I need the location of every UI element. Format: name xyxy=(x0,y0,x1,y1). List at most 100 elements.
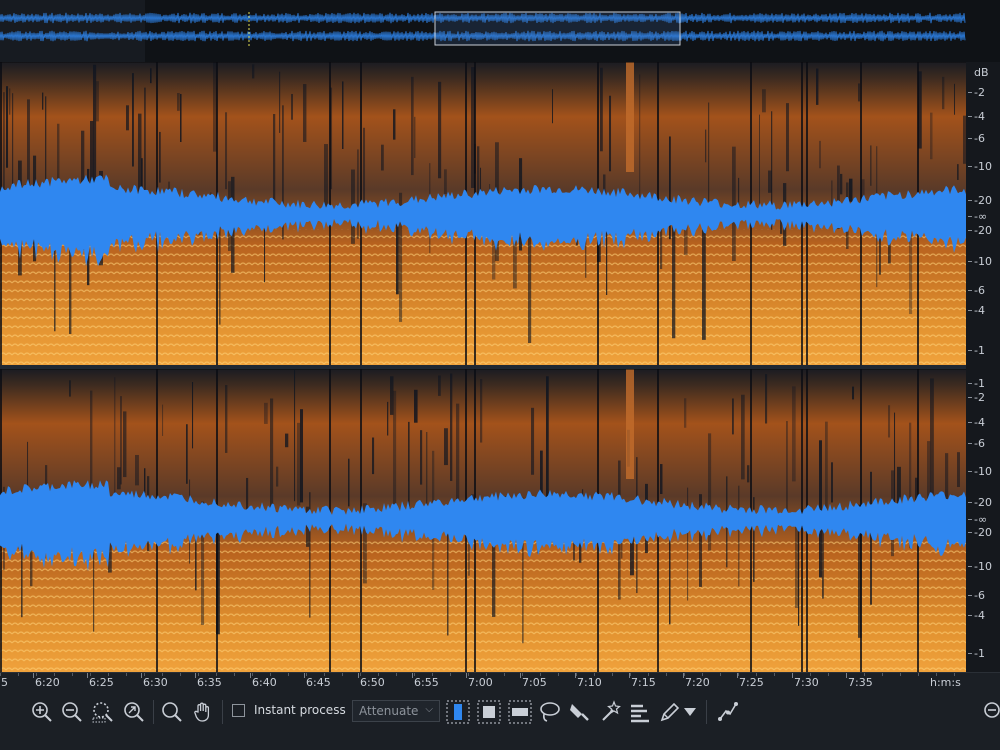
db-scale-label: -4 xyxy=(974,304,985,317)
spectrogram-dark-streak xyxy=(420,430,423,485)
db-scale-label: -10 xyxy=(974,255,992,268)
time-ruler-label: 7:00 xyxy=(468,676,493,689)
spectrogram-dark-streak xyxy=(324,144,328,208)
curve-icon[interactable] xyxy=(716,700,740,724)
db-scale-tick xyxy=(968,397,972,398)
spectrogram-dark-streak xyxy=(42,92,44,110)
overview-visible-range[interactable] xyxy=(434,11,681,46)
hand-icon[interactable] xyxy=(191,700,215,724)
spectrogram-dark-streak xyxy=(480,379,483,443)
time-ruler-minor-tick xyxy=(90,673,91,676)
magnify-icon[interactable] xyxy=(160,700,184,724)
time-ruler-minor-tick xyxy=(954,673,955,676)
time-ruler-label: 7:20 xyxy=(685,676,710,689)
time-ruler-minor-tick xyxy=(432,673,433,676)
time-ruler-minor-tick xyxy=(882,673,883,676)
time-ruler-minor-tick xyxy=(648,673,649,676)
time-ruler-minor-tick xyxy=(342,673,343,676)
spectrogram-view[interactable] xyxy=(0,62,966,672)
time-ruler-minor-tick xyxy=(360,673,361,676)
time-ruler-minor-tick xyxy=(414,673,415,676)
zoom-out-icon[interactable] xyxy=(982,700,1000,724)
time-ruler-minor-tick xyxy=(54,673,55,676)
process-mode-value: Attenuate xyxy=(359,704,419,718)
spectrogram-dark-streak xyxy=(450,373,453,481)
spectrogram-dark-streak xyxy=(414,116,416,159)
time-ruler-tick xyxy=(195,673,196,678)
time-ruler-label: 7:25 xyxy=(739,676,764,689)
spectrogram-harmonics xyxy=(0,229,966,366)
db-scale-label: -1 xyxy=(974,344,985,357)
spectrogram-dark-streak xyxy=(396,222,399,295)
spectrogram-dark-streak xyxy=(702,219,706,340)
spectrogram-canvas[interactable] xyxy=(0,62,966,672)
db-scale-label: -1 xyxy=(974,377,985,390)
time-ruler-minor-tick xyxy=(180,673,181,676)
db-scale-label: -∞ xyxy=(974,513,988,526)
time-ruler[interactable]: h:m:s 5 6:20 6:25 6:30 6:35 6:40 6:45 6:50 6:55 7… xyxy=(0,672,1000,693)
time-ruler-minor-tick xyxy=(288,673,289,676)
db-scale-tick xyxy=(968,615,972,616)
channel-left[interactable] xyxy=(0,62,966,366)
toolbar-separator xyxy=(706,700,707,724)
zoom-fit-icon[interactable] xyxy=(122,700,146,724)
time-ruler-minor-tick xyxy=(522,673,523,676)
spectrogram-dark-streak xyxy=(930,378,934,495)
db-scale-tick xyxy=(968,383,972,384)
spectrogram-dark-streak xyxy=(747,465,750,483)
harmonic-selection-icon[interactable] xyxy=(628,700,652,724)
spectrogram-transient xyxy=(626,62,634,172)
spectrogram-transient xyxy=(626,369,634,479)
brush-icon[interactable] xyxy=(568,700,592,724)
spectrogram-dark-streak xyxy=(894,412,896,509)
time-ruler-minor-tick xyxy=(306,673,307,676)
overview-margin xyxy=(0,0,145,62)
time-ruler-minor-tick xyxy=(108,673,109,676)
frequency-selection-icon[interactable] xyxy=(508,700,532,724)
db-unit-label: dB xyxy=(974,66,989,79)
spectrogram-dark-streak xyxy=(372,437,375,475)
time-ruler-tick xyxy=(412,673,413,678)
process-mode-select[interactable]: Attenuate ⌵ xyxy=(352,700,440,722)
rectangle-selection-icon[interactable] xyxy=(477,700,501,724)
time-ruler-label: 7:10 xyxy=(577,676,602,689)
spectrogram-dark-streak xyxy=(684,398,687,428)
db-scale-label: -20 xyxy=(974,496,992,509)
db-scale-label: -4 xyxy=(974,110,985,123)
spectrogram-dark-streak xyxy=(387,401,389,436)
time-ruler-minor-tick xyxy=(396,673,397,676)
zoom-out-icon[interactable] xyxy=(60,700,84,724)
overview-waveform[interactable] xyxy=(0,0,1000,62)
instant-process-checkbox[interactable] xyxy=(232,704,245,717)
magic-wand-icon[interactable] xyxy=(598,700,622,724)
db-scale-label: -10 xyxy=(974,560,992,573)
time-ruler-tick xyxy=(141,673,142,678)
pencil-icon[interactable] xyxy=(658,700,682,724)
spectrogram-dark-streak xyxy=(660,464,663,495)
spectrogram-dark-streak xyxy=(732,146,736,261)
time-ruler-label: 6:45 xyxy=(306,676,331,689)
spectrogram-dark-streak xyxy=(942,76,945,110)
dropdown-arrow-icon[interactable] xyxy=(682,700,698,724)
spectrogram-dark-streak xyxy=(297,422,301,506)
spectrogram-dark-streak xyxy=(858,83,860,102)
zoom-in-icon[interactable] xyxy=(30,700,54,724)
waveform-overview[interactable] xyxy=(0,0,1000,62)
time-selection-icon[interactable] xyxy=(446,700,470,724)
channel-right[interactable] xyxy=(0,368,966,672)
db-scale-tick xyxy=(968,502,972,503)
spectrogram-dark-streak xyxy=(123,411,127,478)
spectrogram-dark-streak xyxy=(660,228,663,270)
channel-divider[interactable] xyxy=(0,365,966,369)
spectrogram-dark-streak xyxy=(957,452,960,488)
spectrogram-dark-streak xyxy=(765,374,768,424)
lasso-icon[interactable] xyxy=(538,700,562,724)
spectrogram-dark-streak xyxy=(798,517,800,626)
spectrogram-dark-streak xyxy=(609,95,612,172)
spectrogram-dark-streak xyxy=(786,421,788,521)
zoom-selection-icon[interactable] xyxy=(91,700,115,724)
time-ruler-minor-tick xyxy=(738,673,739,676)
spectrogram-dark-streak xyxy=(639,74,641,200)
spectrogram-dark-streak xyxy=(69,380,71,397)
spectrogram-dark-streak xyxy=(96,81,99,122)
